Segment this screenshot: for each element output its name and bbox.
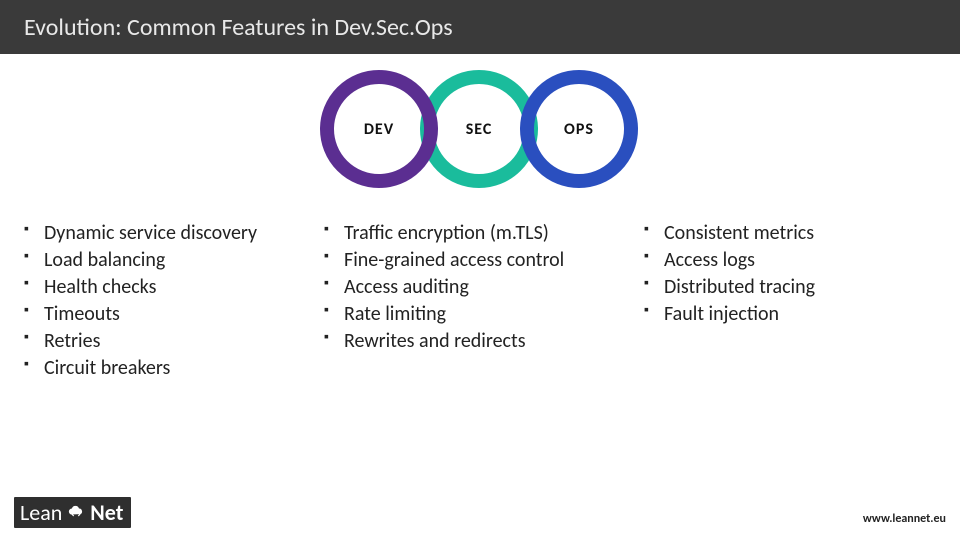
ops-feature-list: Consistent metrics Access logs Distribut…	[640, 220, 920, 328]
rings-stack: DEV SEC OPS	[320, 70, 640, 190]
slide: Evolution: Common Features in Dev.Sec.Op…	[0, 0, 960, 540]
list-item: Timeouts	[20, 301, 320, 328]
ring-ops-label: OPS	[564, 120, 594, 139]
brand-net-text: Net	[90, 499, 123, 526]
list-item: Circuit breakers	[20, 355, 320, 382]
brand-lean-text: Lean	[20, 499, 62, 526]
ring-ops: OPS	[520, 70, 638, 188]
brand-logo: Lean Net	[14, 497, 131, 528]
slide-title: Evolution: Common Features in Dev.Sec.Op…	[24, 13, 453, 42]
ring-dev-label: DEV	[364, 120, 394, 139]
sec-feature-list: Traffic encryption (m.TLS) Fine-grained …	[320, 220, 640, 355]
ring-sec-label: SEC	[466, 120, 493, 139]
list-item: Load balancing	[20, 247, 320, 274]
list-item: Access auditing	[320, 274, 640, 301]
list-item: Dynamic service discovery	[20, 220, 320, 247]
brand-glyph-icon	[66, 503, 86, 523]
dev-feature-list: Dynamic service discovery Load balancing…	[20, 220, 320, 382]
title-bar: Evolution: Common Features in Dev.Sec.Op…	[0, 0, 960, 54]
list-item: Distributed tracing	[640, 274, 920, 301]
footer-url: www.leannet.eu	[863, 512, 946, 526]
cloud-swap-icon	[67, 504, 85, 522]
column-ops: Consistent metrics Access logs Distribut…	[640, 220, 920, 382]
column-sec: Traffic encryption (m.TLS) Fine-grained …	[320, 220, 640, 382]
list-item: Rate limiting	[320, 301, 640, 328]
ring-dev: DEV	[320, 70, 438, 188]
list-item: Fine-grained access control	[320, 247, 640, 274]
list-item: Retries	[20, 328, 320, 355]
devsecops-rings: DEV SEC OPS	[0, 70, 960, 190]
list-item: Consistent metrics	[640, 220, 920, 247]
column-dev: Dynamic service discovery Load balancing…	[20, 220, 320, 382]
list-item: Health checks	[20, 274, 320, 301]
list-item: Fault injection	[640, 301, 920, 328]
feature-columns: Dynamic service discovery Load balancing…	[20, 220, 940, 382]
list-item: Access logs	[640, 247, 920, 274]
list-item: Rewrites and redirects	[320, 328, 640, 355]
list-item: Traffic encryption (m.TLS)	[320, 220, 640, 247]
